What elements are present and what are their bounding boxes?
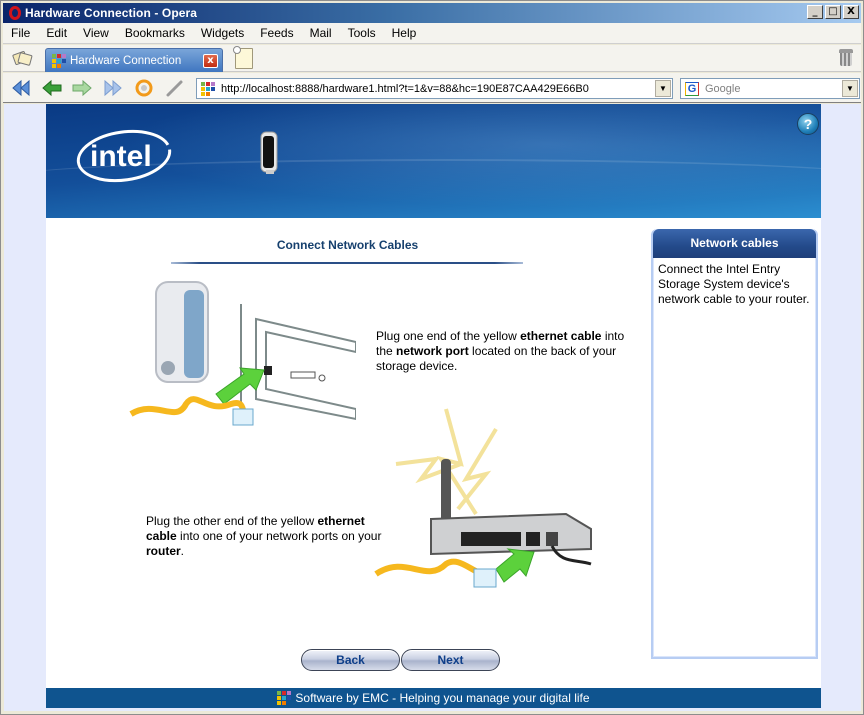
menu-bar: File Edit View Bookmarks Widgets Feeds M…: [3, 23, 861, 44]
footer-bar: Software by EMC - Helping you manage you…: [46, 688, 821, 708]
google-icon[interactable]: G: [685, 81, 699, 96]
minimize-button[interactable]: _: [807, 5, 823, 19]
navigation-bar: http://localhost:8888/hardware1.html?t=1…: [3, 73, 861, 103]
heading-divider: [171, 262, 523, 264]
tab-close-icon[interactable]: x: [203, 54, 218, 68]
step2-instructions: Plug the other end of the yellow etherne…: [146, 514, 396, 559]
step2-bold: router: [146, 544, 181, 558]
reload-icon[interactable]: [133, 78, 155, 98]
menu-mail[interactable]: Mail: [302, 26, 340, 40]
search-placeholder[interactable]: Google: [705, 83, 740, 95]
step2-text: .: [180, 544, 185, 558]
step1-instructions: Plug one end of the yellow ethernet cabl…: [376, 329, 638, 374]
page-heading: Connect Network Cables: [276, 238, 419, 252]
menu-tools[interactable]: Tools: [340, 26, 384, 40]
rewind-icon[interactable]: [10, 78, 32, 98]
intel-logo: intel: [76, 129, 172, 183]
tab-bar: Hardware Connection x: [3, 45, 861, 72]
back-button[interactable]: Back: [301, 649, 400, 671]
close-button[interactable]: X: [843, 5, 859, 19]
back-arrow-icon[interactable]: [41, 78, 63, 98]
next-button[interactable]: Next: [401, 649, 500, 671]
help-button[interactable]: ?: [797, 113, 819, 135]
step1-text: Plug one end of the yellow: [376, 329, 521, 343]
browser-window: Hardware Connection - Opera _ □ X File E…: [0, 0, 864, 715]
maximize-button[interactable]: □: [825, 5, 841, 19]
menu-feeds[interactable]: Feeds: [252, 26, 301, 40]
menu-file[interactable]: File: [3, 26, 38, 40]
page-viewport: intel ? Connect Network Cables Plug one …: [4, 104, 861, 711]
forward-arrow-icon[interactable]: [71, 78, 93, 98]
menu-help[interactable]: Help: [384, 26, 425, 40]
step1-bold: ethernet cable: [520, 329, 602, 343]
side-panel-title: Network cables: [653, 229, 816, 258]
menu-widgets[interactable]: Widgets: [193, 26, 252, 40]
window-title: Hardware Connection - Opera: [25, 6, 198, 20]
menu-bookmarks[interactable]: Bookmarks: [117, 26, 193, 40]
address-url[interactable]: http://localhost:8888/hardware1.html?t=1…: [221, 83, 589, 95]
menu-view[interactable]: View: [75, 26, 117, 40]
step1-bold: network port: [396, 344, 469, 358]
side-panel-body: Connect the Intel Entry Storage System d…: [658, 262, 810, 306]
storage-device-connection-illustration: [129, 281, 356, 426]
step2-text: Plug the other end of the yellow: [146, 514, 318, 528]
panels-toggle-icon[interactable]: [12, 49, 34, 67]
address-bar[interactable]: http://localhost:8888/hardware1.html?t=1…: [196, 78, 673, 99]
search-field[interactable]: G Google ▼: [680, 78, 860, 99]
info-side-panel: Network cables Connect the Intel Entry S…: [651, 229, 818, 659]
window-controls: _ □ X: [807, 5, 859, 19]
new-tab-icon[interactable]: [233, 46, 253, 69]
step2-text: into one of your network ports on your: [176, 529, 382, 543]
menu-edit[interactable]: Edit: [38, 26, 75, 40]
tab-hardware-connection[interactable]: Hardware Connection x: [45, 48, 223, 72]
fast-forward-icon[interactable]: [102, 78, 124, 98]
storage-device-icon: [260, 131, 278, 174]
opera-logo-icon: [9, 5, 23, 21]
site-favicon-icon: [201, 81, 215, 96]
search-dropdown-icon[interactable]: ▼: [842, 80, 858, 97]
router-connection-illustration: [374, 408, 592, 588]
footer-text: Software by EMC - Helping you manage you…: [295, 691, 590, 705]
svg-text:intel: intel: [90, 140, 152, 173]
address-dropdown-icon[interactable]: ▼: [655, 80, 671, 97]
site-favicon-icon: [52, 53, 66, 68]
wizard-page: intel ? Connect Network Cables Plug one …: [46, 104, 821, 708]
tab-label: Hardware Connection: [70, 54, 182, 67]
edit-pen-icon[interactable]: [164, 78, 186, 98]
trash-icon[interactable]: [839, 49, 853, 67]
emc-logo-icon: [277, 691, 292, 705]
title-bar: Hardware Connection - Opera _ □ X: [3, 3, 861, 23]
header-banner: intel ?: [46, 104, 821, 218]
